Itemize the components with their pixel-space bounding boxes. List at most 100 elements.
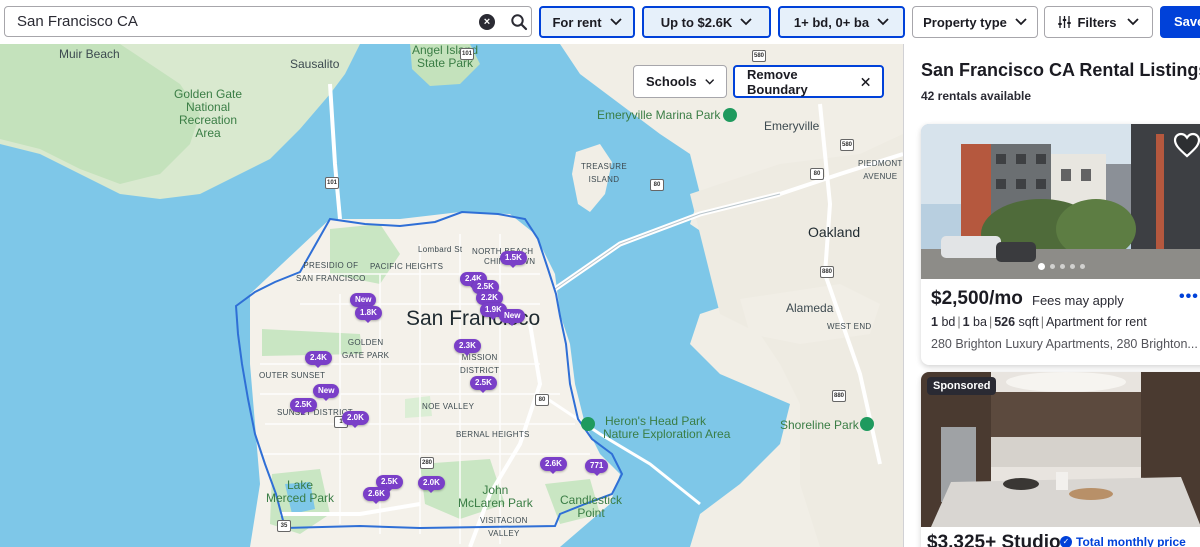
map-label-candlestick: Candlestick Point (560, 493, 623, 520)
listing-price: $3,325+ Studio (927, 532, 1061, 547)
listing-marker[interactable]: 2.5K (290, 398, 317, 415)
listings-panel: San Francisco CA Rental Listings 42 rent… (903, 44, 1200, 547)
photo-carousel-dots[interactable] (1038, 263, 1085, 270)
listing-marker[interactable]: 2.0K (418, 476, 445, 493)
schools-label: Schools (646, 74, 697, 89)
map-label-oakland: Oakland (808, 224, 861, 240)
map-label-pacific-heights: PACIFIC HEIGHTS (370, 262, 444, 271)
park-pin-icon[interactable] (723, 108, 737, 122)
listing-marker[interactable]: New (313, 384, 340, 401)
highway-shield: 101 (460, 48, 474, 60)
sponsored-badge: Sponsored (927, 377, 997, 395)
price-filter-button[interactable]: Up to $2.6K (642, 6, 771, 38)
listing-card[interactable]: $2,500/mo Fees may apply ••• 1 bd | 1 ba | 5… (921, 124, 1200, 365)
listing-marker[interactable]: 2.0K (342, 411, 369, 428)
listing-photo[interactable] (921, 124, 1200, 279)
listing-marker[interactable]: 2.3K (454, 339, 481, 356)
highway-shield: 280 (420, 457, 434, 469)
listing-marker[interactable]: New (350, 293, 377, 310)
map-label-visitacion: VISITACION VALLEY (480, 516, 528, 538)
chevron-down-icon (740, 18, 752, 26)
map-label-john-mclaren: John McLaren Park (458, 483, 533, 510)
map-label-muir-beach: Muir Beach (59, 47, 120, 61)
map-label-west-end: WEST END (827, 322, 872, 331)
clear-search-icon[interactable]: × (479, 14, 495, 30)
highway-shield: 80 (810, 168, 824, 180)
filters-button[interactable]: Filters (1044, 6, 1153, 38)
for-rent-label: For rent (552, 14, 602, 30)
listing-card[interactable]: Sponsored $3,325+ Studio ✓ Total monthly… (921, 372, 1200, 547)
highway-shield: 101 (325, 177, 339, 189)
property-type-filter-button[interactable]: Property type (912, 6, 1038, 38)
property-type-label: Property type (923, 14, 1007, 30)
for-rent-filter-button[interactable]: For rent (539, 6, 635, 38)
highway-shield: 80 (650, 179, 664, 191)
remove-boundary-label: Remove Boundary (747, 66, 808, 97)
total-monthly-price-link[interactable]: ✓ Total monthly price (1060, 535, 1186, 547)
close-icon (861, 77, 870, 86)
listing-marker[interactable]: 2.6K (540, 457, 567, 474)
apartment-photo-image (921, 124, 1200, 279)
search-input[interactable] (17, 13, 457, 30)
chevron-down-icon (704, 78, 714, 85)
highway-shield: 880 (820, 266, 834, 278)
highway-shield: 580 (840, 139, 854, 151)
listing-photo[interactable]: Sponsored (921, 372, 1200, 527)
listings-title: San Francisco CA Rental Listings (921, 60, 1200, 80)
listing-marker[interactable]: 1.8K (355, 306, 382, 323)
kitchen-photo-image (921, 372, 1200, 527)
listing-marker[interactable]: New (499, 309, 526, 326)
map-label-sausalito: Sausalito (290, 57, 340, 71)
chevron-down-icon (609, 18, 622, 26)
highway-shield: 80 (535, 394, 549, 406)
listing-marker[interactable]: 2.4K (305, 351, 332, 368)
beds-baths-filter-button[interactable]: 1+ bd, 0+ ba (778, 6, 905, 38)
chevron-down-icon (877, 18, 889, 26)
highway-shield: 880 (832, 390, 846, 402)
listing-type: Apartment for rent (1045, 315, 1147, 329)
top-bar: × For rent Up to $2.6K 1+ bd, 0+ ba Prop… (0, 0, 1200, 44)
map-label-golden-gate-park: GOLDEN GATE PARK (342, 338, 390, 360)
save-search-button[interactable]: Save (1160, 6, 1200, 38)
map-label-treasure-island: TREASURE ISLAND (581, 162, 627, 184)
listing-marker[interactable]: 1.5K (500, 251, 527, 268)
more-options-icon[interactable]: ••• (1179, 288, 1199, 306)
schools-button[interactable]: Schools (633, 65, 727, 98)
listing-marker[interactable]: 2.6K (363, 487, 390, 504)
park-pin-icon[interactable] (860, 417, 874, 431)
beds-unit: bd (941, 315, 956, 329)
listing-address: 280 Brighton Luxury Apartments, 280 Brig… (931, 337, 1198, 351)
sliders-icon (1058, 16, 1072, 28)
map-label-alameda: Alameda (786, 301, 834, 315)
map-label-emeryville: Emeryville (764, 119, 820, 133)
map-label-shoreline-park: Shoreline Park (780, 418, 859, 432)
total-monthly-label: Total monthly price (1076, 535, 1186, 547)
listing-marker[interactable]: 771 (585, 459, 609, 476)
sqft-unit: sqft (1018, 315, 1039, 329)
listing-facts: 1 bd | 1 ba | 526 sqft | Apartment for rent (931, 315, 1147, 329)
map-view[interactable]: Muir Beach Sausalito Angel Island State … (0, 44, 903, 547)
map-label-presidio: PRESIDIO OF SAN FRANCISCO (296, 261, 366, 283)
listing-price: $2,500/mo (931, 288, 1023, 309)
map-label-lombard-st: Lombard St (418, 245, 463, 254)
map-label-emeryville-marina: Emeryville Marina Park (597, 108, 721, 122)
map-label-bernal-heights: BERNAL HEIGHTS (456, 430, 530, 439)
map-label-lake-merced: Lake Merced Park (266, 478, 335, 505)
search-icon[interactable] (510, 13, 528, 31)
chevron-down-icon (1126, 18, 1139, 26)
listing-marker[interactable]: 2.5K (470, 376, 497, 393)
park-pin-icon[interactable] (581, 417, 595, 431)
beds-value: 1 (931, 315, 938, 329)
sqft-value: 526 (994, 315, 1016, 329)
remove-boundary-button[interactable]: Remove Boundary (733, 65, 884, 98)
map-label-golden-gate-nra: Golden Gate National Recreation Area (174, 87, 243, 140)
highway-shield: 35 (277, 520, 291, 532)
favorite-heart-icon[interactable] (1173, 132, 1200, 158)
search-box[interactable]: × (4, 6, 532, 37)
map-label-nature-area: Nature Exploration Area (603, 427, 731, 441)
baths-unit: ba (973, 315, 987, 329)
price-label: Up to $2.6K (660, 14, 733, 30)
map-label-noe-valley: NOE VALLEY (422, 402, 475, 411)
highway-shield: 580 (752, 50, 766, 62)
map-label-piedmont: PIEDMONT AVENUE (858, 159, 903, 181)
